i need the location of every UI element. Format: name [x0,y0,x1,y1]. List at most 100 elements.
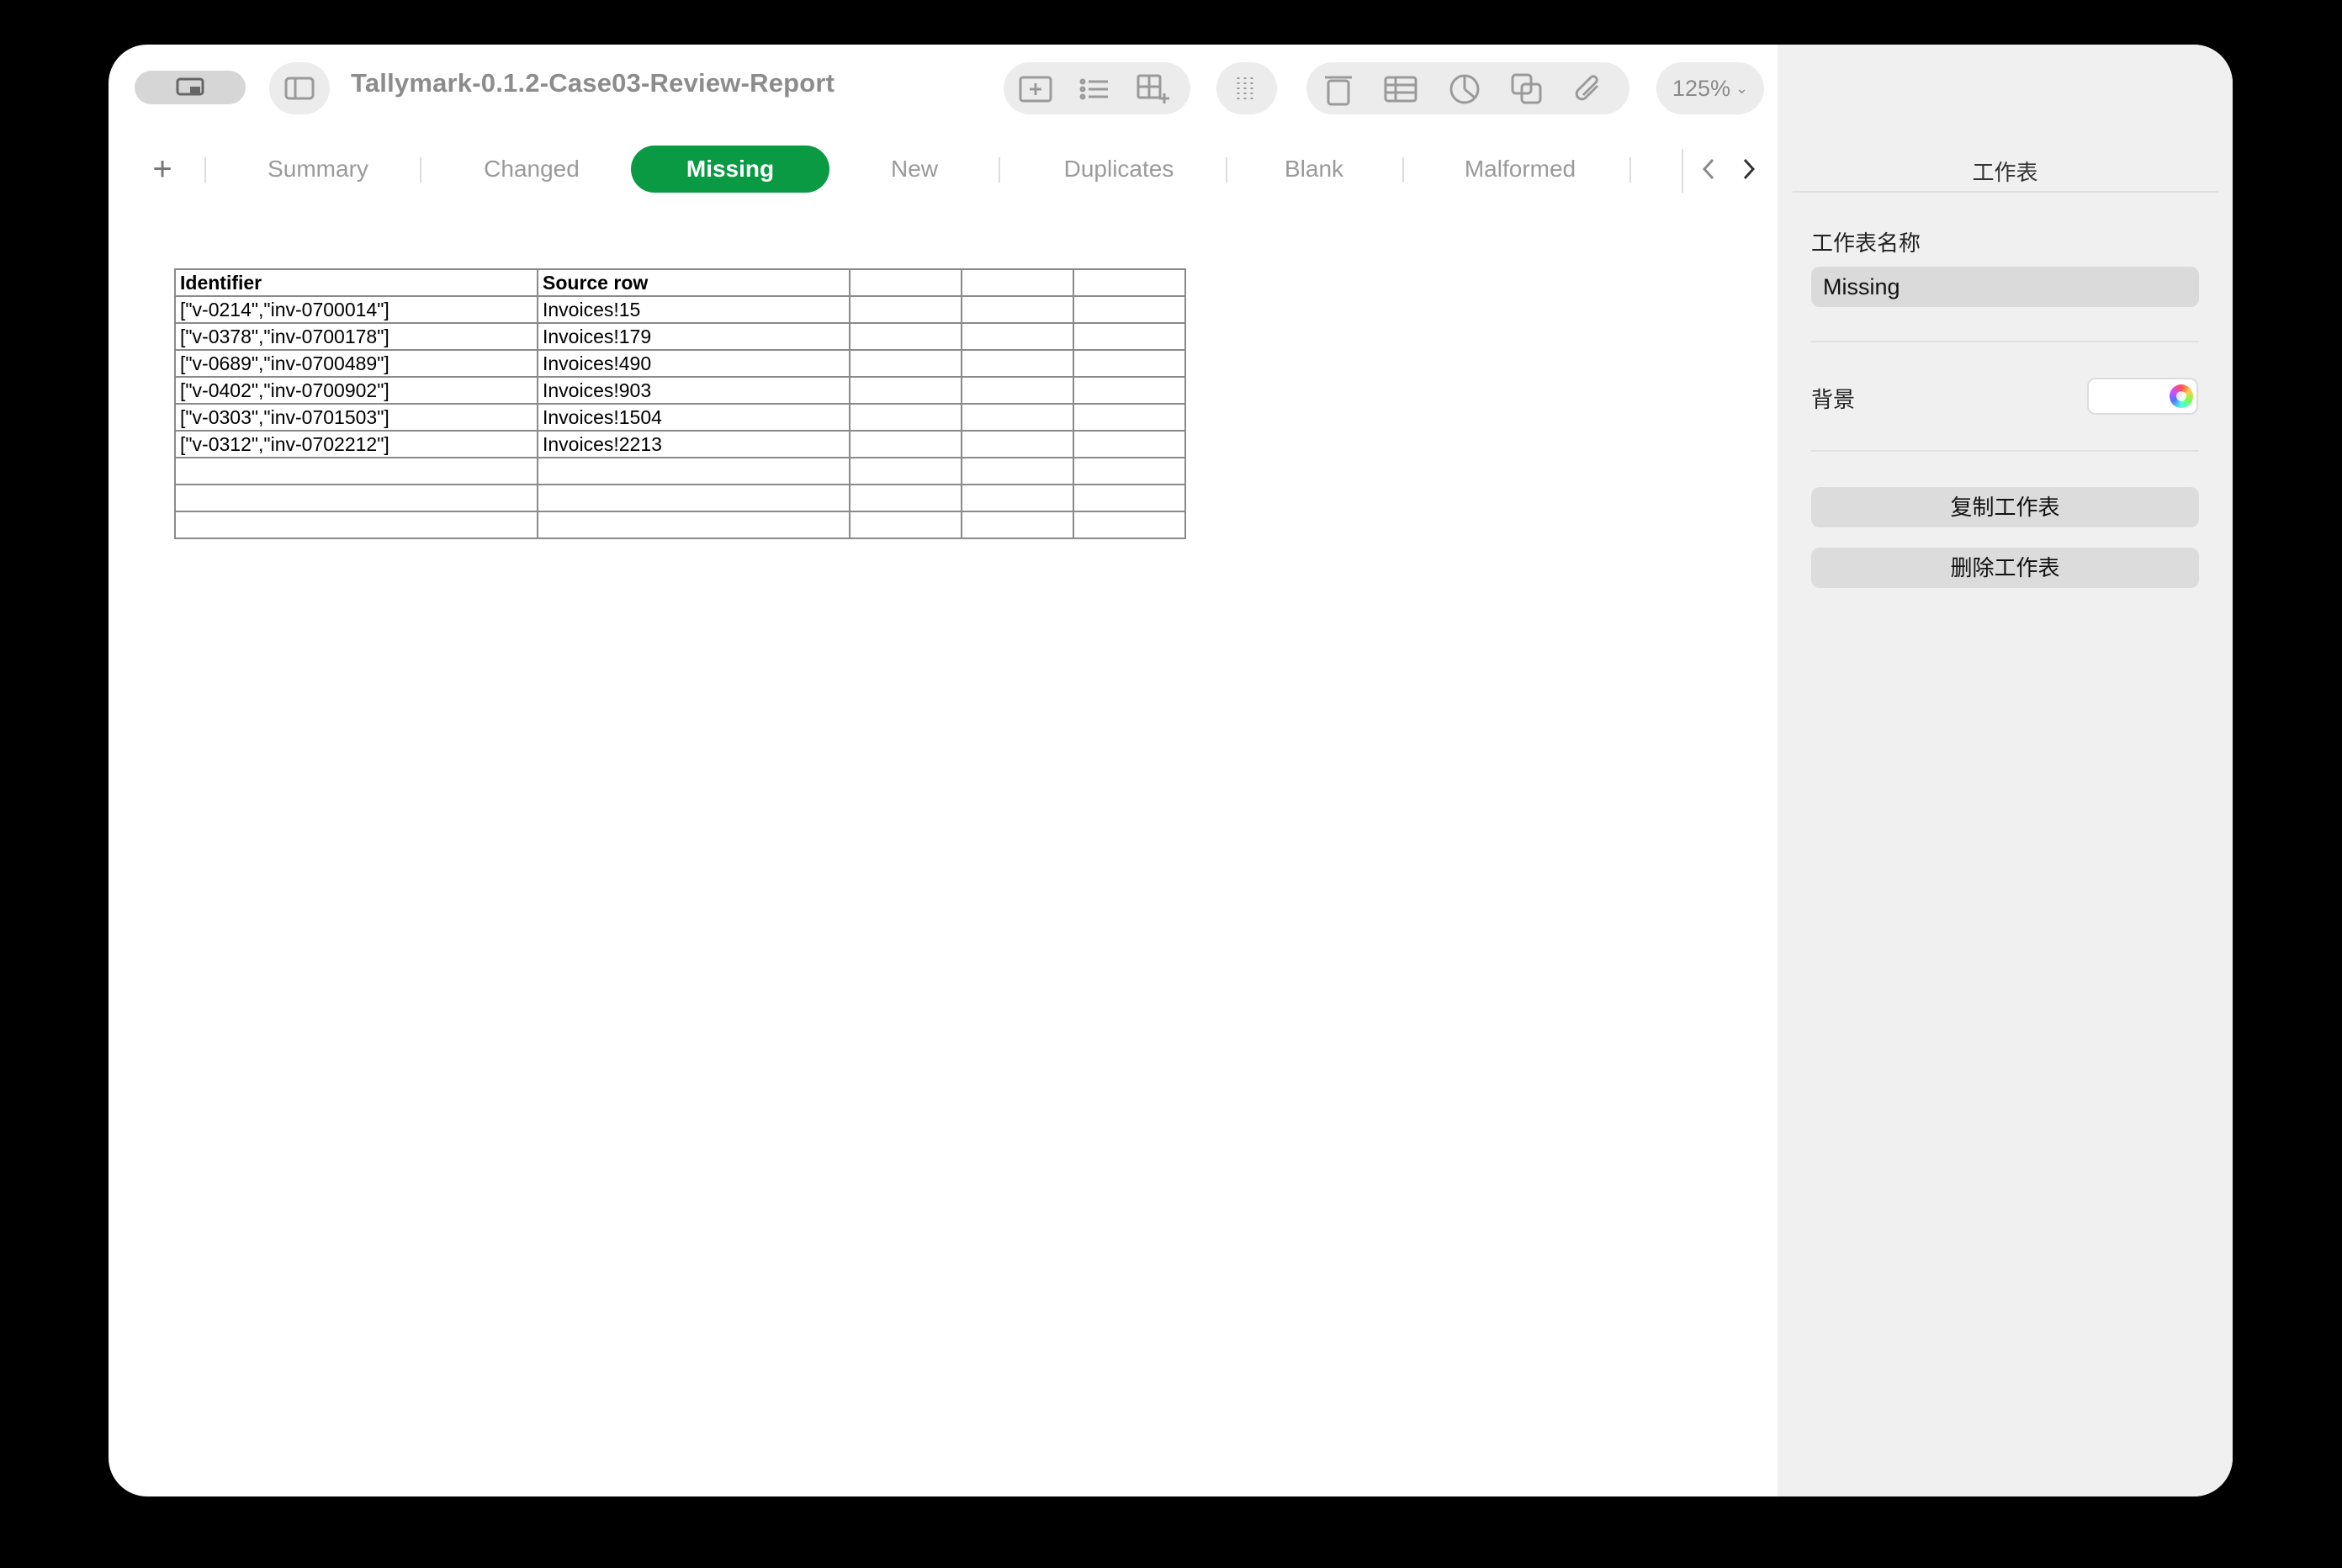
empty-cell[interactable] [849,484,962,512]
identifier-cell[interactable]: ["v-0689","inv-0700489"] [174,349,538,378]
empty-cell[interactable] [961,295,1074,324]
empty-cell[interactable] [1073,484,1186,512]
empty-cell[interactable] [961,430,1074,458]
list-icon[interactable] [1076,72,1113,106]
sheet-name-label: 工作表名称 [1811,230,1921,256]
empty-cell[interactable] [961,457,1074,485]
color-wheel-icon[interactable] [2170,384,2193,408]
background-color-well[interactable] [2087,378,2198,415]
source-row-cell[interactable]: Invoices!903 [537,376,850,405]
insert-text-icon[interactable] [1017,72,1054,106]
insert-group [1004,62,1190,114]
empty-cell[interactable] [1073,322,1186,351]
tab-separator [1629,157,1631,183]
source-row-cell[interactable]: Invoices!2213 [537,430,850,458]
empty-cell[interactable] [849,322,962,351]
tab-separator [1226,157,1227,183]
tab-separator [1682,149,1683,193]
table-icon[interactable] [1382,71,1419,108]
table-row: ["v-0312","inv-0702212"] Invoices!2213 [174,430,1186,458]
identifier-cell[interactable]: ["v-0303","inv-0701503"] [174,403,538,432]
delete-sheet-button[interactable]: 删除工作表 [1811,548,2199,588]
empty-cell[interactable] [849,430,962,458]
text-box-icon[interactable] [1320,71,1357,108]
document-title: Tallymark-0.1.2-Case03-Review-Report [351,68,835,98]
chart-icon[interactable] [1446,71,1483,108]
source-row-cell[interactable]: Invoices!179 [537,322,850,351]
identifier-cell[interactable]: ["v-0214","inv-0700014"] [174,295,538,324]
empty-cell[interactable] [961,484,1074,512]
tab-malformed[interactable]: Malformed [1433,146,1608,193]
empty-cell[interactable] [174,511,538,539]
empty-cell[interactable] [1073,511,1186,539]
background-label: 背景 [1811,387,1856,412]
table-row [174,484,1186,512]
table-row: ["v-0689","inv-0700489"] Invoices!490 [174,349,1186,378]
empty-cell[interactable] [1073,349,1186,378]
empty-cell[interactable] [537,457,850,485]
zoom-dropdown[interactable]: 125% ⌄ [1656,62,1764,114]
data-table: Identifier Source row ["v-0214","inv-070… [174,268,1186,539]
table-row [174,511,1186,539]
empty-cell[interactable] [1073,376,1186,405]
identifier-cell[interactable]: ["v-0402","inv-0700902"] [174,376,538,405]
empty-cell[interactable] [537,484,850,512]
source-row-cell[interactable]: Invoices!1504 [537,403,850,432]
inspector-title: 工作表 [1972,160,2038,185]
table-add-icon[interactable] [1135,72,1172,106]
duplicate-sheet-button[interactable]: 复制工作表 [1811,487,2199,527]
empty-cell[interactable] [1073,268,1186,297]
tab-missing[interactable]: Missing [631,146,829,193]
empty-cell[interactable] [174,457,538,485]
empty-cell[interactable] [1073,403,1186,432]
source-row-cell[interactable]: Invoices!15 [537,295,850,324]
empty-cell[interactable] [1073,457,1186,485]
tab-separator [1402,157,1404,183]
empty-cell[interactable] [849,349,962,378]
empty-cell[interactable] [849,376,962,405]
empty-cell[interactable] [174,484,538,512]
shape-icon[interactable] [1508,71,1545,108]
identifier-cell[interactable]: ["v-0378","inv-0700178"] [174,322,538,351]
chevron-right-icon[interactable] [1732,151,1766,188]
header-cell-source-row[interactable]: Source row [537,268,850,297]
empty-cell[interactable] [961,268,1074,297]
inspector-panel: 工作表 工作表名称 Missing 背景 复制工作表 删除工作表 [1778,45,2233,1496]
tab-duplicates[interactable]: Duplicates [1039,146,1199,193]
header-cell-identifier[interactable]: Identifier [174,268,538,297]
table-row [174,457,1186,485]
empty-cell[interactable] [961,511,1074,539]
sidebar-toggle-button[interactable] [269,62,330,114]
empty-cell[interactable] [961,322,1074,351]
empty-cell[interactable] [537,511,850,539]
tab-summary[interactable]: Summary [252,146,384,193]
source-row-cell[interactable]: Invoices!490 [537,349,850,378]
sheet-name-field[interactable]: Missing [1811,267,2199,307]
chevron-left-icon[interactable] [1692,151,1725,188]
tab-changed[interactable]: Changed [462,146,601,193]
empty-cell[interactable] [1073,295,1186,324]
add-sheet-button[interactable]: + [144,146,181,193]
table-header-row: Identifier Source row [174,268,1186,297]
empty-cell[interactable] [961,349,1074,378]
divider [1793,191,2218,193]
empty-cell[interactable] [961,403,1074,432]
empty-cell[interactable] [849,268,962,297]
attachment-icon[interactable] [1571,71,1608,108]
empty-cell[interactable] [1073,430,1186,458]
empty-cell[interactable] [849,457,962,485]
empty-cell[interactable] [849,295,962,324]
divider [1811,450,2199,452]
zoom-value: 125% [1672,75,1730,101]
empty-cell[interactable] [849,511,962,539]
objects-group [1306,62,1629,114]
tab-new[interactable]: New [864,146,965,193]
view-menu-button[interactable] [135,71,246,104]
empty-cell[interactable] [849,403,962,432]
empty-cell[interactable] [961,376,1074,405]
identifier-cell[interactable]: ["v-0312","inv-0702212"] [174,430,538,458]
app-window: Tallymark-0.1.2-Case03-Review-Report 125… [109,45,2233,1496]
tab-blank[interactable]: Blank [1259,146,1369,193]
grid-dots-icon[interactable] [1230,72,1264,106]
tab-separator [204,157,206,183]
